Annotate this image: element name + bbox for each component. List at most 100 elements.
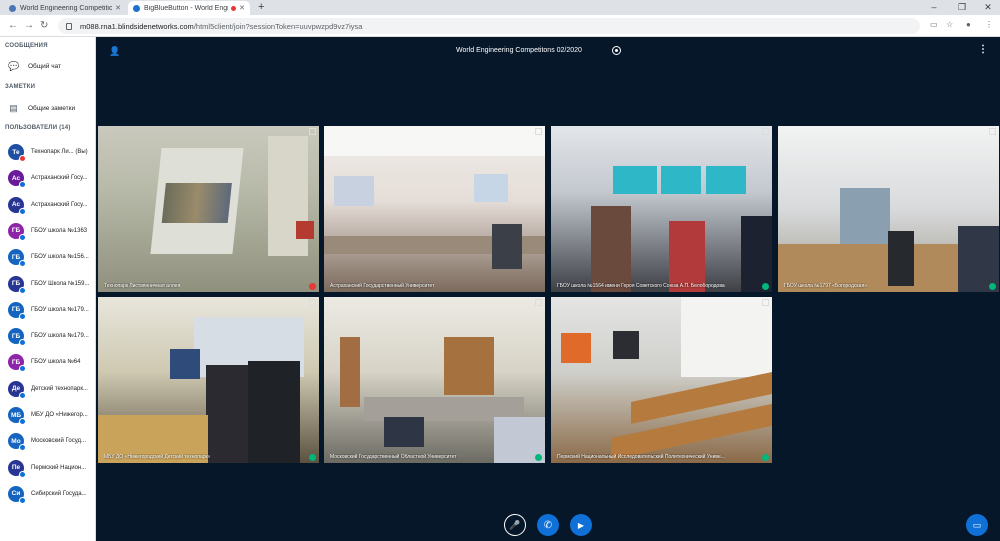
user-list-item[interactable]: Те Технопарк Ли... (Вы)	[8, 142, 94, 162]
fullscreen-icon[interactable]	[309, 299, 316, 306]
public-chat-link[interactable]: 💬 Общий чат	[8, 61, 61, 71]
user-name: ГБОУ школа №64	[31, 359, 81, 366]
lock-icon	[66, 22, 72, 30]
user-list-item[interactable]: ГБ ГБОУ школа №64	[8, 352, 94, 373]
audio-status-icon	[19, 470, 26, 478]
cabinet	[840, 188, 890, 250]
options-menu-icon[interactable]: ⋮	[978, 44, 988, 55]
audio-status-icon	[19, 260, 26, 268]
muted-status-icon	[19, 155, 26, 162]
meeting-main-area: 👤 World Engineering Competitons 02/2020 …	[96, 37, 1000, 541]
user-name: ГБОУ школа №156...	[31, 254, 89, 261]
avatar-initials: МБ	[10, 411, 22, 419]
video-tile[interactable]: ГБОУ школа №1797 «Богородская»	[778, 126, 999, 292]
avatar-initials: Ас	[11, 174, 21, 182]
avatar-initials: ГБ	[11, 332, 21, 340]
mute-button[interactable]: 🎤	[504, 514, 526, 536]
browser-tab-competitions[interactable]: World Engineering Competitions ✕	[4, 1, 126, 15]
user-list-item[interactable]: ГБ ГБОУ школа №179...	[8, 326, 94, 347]
video-label: Пермский Национальный Исследовательский …	[557, 454, 725, 460]
user-name: ГБОУ школа №1363	[31, 227, 88, 234]
avatar: Де	[8, 380, 26, 399]
user-list-item[interactable]: ГБ ГБОУ школа №156...	[8, 247, 94, 268]
address-bar-row: ← → ↻ m088.rna1.blindsidenetworks.com/ht…	[0, 15, 1000, 37]
user-list-item[interactable]: Си Сибирский Госуда...	[8, 484, 94, 504]
phone-icon: ✆	[543, 519, 553, 531]
monitor	[613, 166, 657, 194]
user-list-item[interactable]: МБ МБУ ДО «Нижегор...	[8, 405, 94, 425]
video-label: Астраханский Государственный Университет	[330, 283, 435, 289]
fullscreen-icon[interactable]	[989, 128, 996, 135]
back-arrow-icon[interactable]: ←	[8, 19, 18, 33]
user-name: МБУ ДО «Нижегор...	[31, 412, 88, 418]
user-name: Астраханский Госу...	[31, 175, 88, 182]
fullscreen-icon[interactable]	[762, 299, 769, 306]
minimize-button[interactable]: –	[922, 0, 946, 15]
user-list-sidebar: СООБЩЕНИЯ 💬 Общий чат ЗАМЕТКИ ▤ Общие за…	[0, 37, 96, 541]
cast-icon[interactable]: ▭	[930, 20, 938, 29]
maximize-button[interactable]: ❐	[950, 0, 974, 15]
audio-status-icon	[19, 286, 26, 294]
user-list-item[interactable]: Де Детский технопарк...	[8, 379, 94, 399]
fullscreen-icon[interactable]	[535, 299, 542, 306]
public-chat-label: Общий чат	[28, 62, 62, 70]
reload-icon[interactable]: ↻	[40, 19, 48, 33]
video-tile[interactable]: Технопарк Листвянничная аллея	[98, 126, 319, 292]
user-list-item[interactable]: Ас Астраханский Госу...	[8, 168, 94, 189]
video-tile[interactable]: МБУ ДО «Нижегородский Детский технопарк»	[98, 297, 319, 463]
leave-audio-button[interactable]: ✆	[537, 514, 559, 536]
monitor	[661, 166, 701, 194]
close-tab-icon[interactable]: ✕	[239, 4, 245, 12]
new-tab-button[interactable]: +	[258, 1, 264, 14]
avatar-initials: Мо	[11, 437, 21, 445]
video-feed	[551, 297, 772, 463]
video-tile[interactable]: Пермский Национальный Исследовательский …	[551, 297, 772, 463]
avatar-initials: ГБ	[11, 253, 21, 261]
user-list-item[interactable]: ГБ ГБОУ школа №179...	[8, 300, 94, 320]
user-list-toggle-icon[interactable]: 👤	[109, 46, 120, 57]
bookmark-star-icon[interactable]: ☆	[946, 20, 953, 29]
audio-status-icon	[19, 391, 26, 399]
video-tile[interactable]: Московский Государственный Областной Уни…	[324, 297, 545, 463]
user-name: Астраханский Госу...	[31, 201, 88, 208]
profile-icon[interactable]: ●	[966, 20, 971, 29]
fullscreen-icon[interactable]	[535, 128, 542, 135]
user-list-item[interactable]: ГБ ГБОУ школа №1363	[8, 221, 94, 241]
user-name: ГБОУ школа №179...	[31, 306, 89, 313]
avatar: ГБ	[8, 328, 26, 347]
fullscreen-icon[interactable]	[309, 128, 316, 135]
user-name: Пермский Национ...	[31, 464, 87, 471]
audio-status-icon	[19, 444, 26, 452]
presentation-button[interactable]: ▭	[966, 514, 988, 536]
user-list-item[interactable]: ГБ ГБОУ Школа №159...	[8, 274, 94, 294]
fullscreen-icon[interactable]	[762, 128, 769, 135]
avatar-initials: ГБ	[11, 280, 21, 287]
video-tile[interactable]: ГБОУ школа №1564 имени Героя Советского …	[551, 126, 772, 292]
video-feed	[324, 297, 545, 463]
close-window-button[interactable]: ✕	[976, 0, 1000, 15]
avatar-initials: Си	[11, 490, 21, 498]
user-list-item[interactable]: Ас Астраханский Госу...	[8, 195, 94, 215]
mic-on-icon	[535, 454, 542, 461]
browser-tab-bigbluebutton[interactable]: BigBlueButton - World Engi ✕	[128, 1, 250, 15]
video-label: Московский Государственный Областной Уни…	[330, 454, 457, 460]
mic-on-icon	[989, 283, 996, 290]
user-list-item[interactable]: Мо Московский Госуд...	[8, 431, 94, 452]
user-list-item[interactable]: Пе Пермский Национ...	[8, 458, 94, 478]
shared-notes-link[interactable]: ▤ Общие заметки	[8, 103, 75, 113]
audio-status-icon	[19, 207, 26, 215]
browser-tab-strip: World Engineering Competitions ✕ BigBlue…	[0, 0, 1000, 15]
avatar: ГБ	[8, 301, 26, 320]
student	[669, 221, 705, 292]
window	[681, 297, 772, 377]
close-tab-icon[interactable]: ✕	[115, 4, 121, 12]
camera-icon: ▶	[577, 520, 585, 530]
browser-menu-icon[interactable]: ⋮	[985, 20, 993, 29]
video-tile[interactable]: Астраханский Государственный Университет	[324, 126, 545, 292]
user-name: ГБОУ школа №179...	[31, 333, 89, 340]
url-field[interactable]: m088.rna1.blindsidenetworks.com/html5cli…	[58, 18, 920, 34]
student	[248, 361, 300, 463]
forward-arrow-icon[interactable]: →	[24, 19, 34, 33]
share-webcam-button[interactable]: ▶	[570, 514, 592, 536]
recording-button[interactable]	[612, 46, 621, 55]
